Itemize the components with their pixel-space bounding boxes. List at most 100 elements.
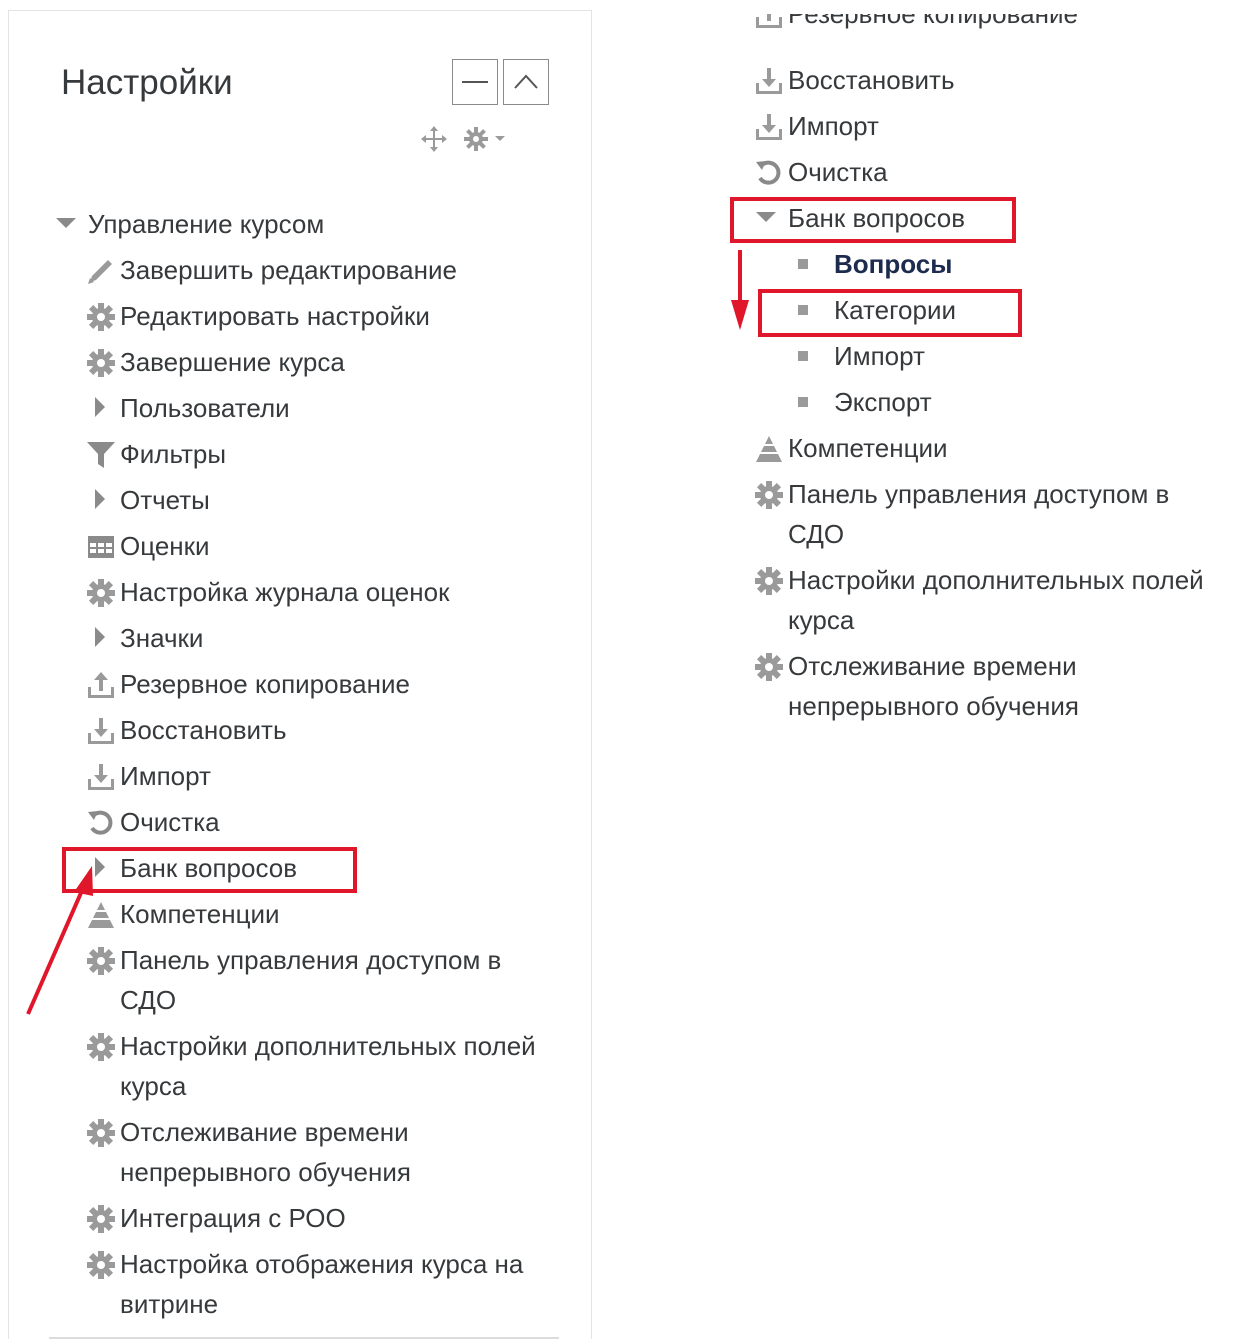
tree-item-label: Интеграция с РОО — [120, 1203, 346, 1233]
tree-item-label: Компетенции — [788, 433, 948, 463]
arrow-down-to-categories — [731, 250, 749, 330]
tree-item-label: Компетенции — [120, 899, 280, 929]
minus-icon — [462, 81, 488, 83]
tree-subitem-import[interactable]: Импорт — [798, 336, 925, 376]
download-icon — [752, 106, 788, 146]
tree-item-backup[interactable]: Резервное копирование — [84, 664, 410, 704]
move-icon[interactable] — [421, 126, 447, 157]
tree-subitem-label: Экспорт — [834, 387, 932, 417]
highlight-box-categories — [758, 289, 1022, 337]
refresh-icon — [752, 152, 788, 192]
gear-icon — [752, 474, 788, 514]
tree-item-access-panel[interactable]: Панель управления доступом в СДО — [84, 940, 550, 1020]
download-icon — [84, 756, 120, 796]
pencil-icon — [84, 250, 120, 290]
tree-subitem-label: Импорт — [834, 341, 925, 371]
gear-icon — [84, 940, 120, 980]
gear-icon — [752, 560, 788, 600]
tree-item-learning-time[interactable]: Отслеживание времени непрерывного обучен… — [84, 1112, 550, 1192]
tree-item-roo-integration[interactable]: Интеграция с РОО — [84, 1198, 346, 1238]
tree-item-gradebook-setup[interactable]: Настройка журнала оценок — [84, 572, 449, 612]
gear-icon — [84, 342, 120, 382]
bullet-icon — [798, 336, 834, 376]
tree-item-label: Резервное копирование — [788, 14, 1078, 29]
tree-subitem-label: Вопросы — [834, 249, 953, 279]
bullet-icon — [798, 244, 834, 284]
competency-icon — [752, 428, 788, 468]
competency-icon — [84, 894, 120, 934]
filter-icon — [84, 434, 120, 474]
tree-item-import[interactable]: Импорт — [752, 106, 879, 146]
tree-item-label: Настройки дополнительных полей курса — [788, 565, 1204, 635]
tree-item-reset[interactable]: Очистка — [84, 802, 220, 842]
tree-item-label: Импорт — [788, 111, 879, 141]
tree-item-end-editing[interactable]: Завершить редактирование — [84, 250, 457, 290]
tree-subitem-export[interactable]: Экспорт — [798, 382, 932, 422]
gear-icon — [84, 1112, 120, 1152]
tree-item-extra-fields[interactable]: Настройки дополнительных полей курса — [752, 560, 1218, 640]
gear-icon — [84, 296, 120, 336]
tree-item-badges[interactable]: Значки — [84, 618, 203, 658]
download-icon — [752, 60, 788, 100]
refresh-icon — [84, 802, 120, 842]
tree-item-label: Очистка — [120, 807, 220, 837]
caret-right-icon — [84, 618, 120, 658]
tree-item-reports[interactable]: Отчеты — [84, 480, 210, 520]
highlight-box-question-bank-left — [62, 847, 357, 893]
caret-down-icon — [52, 204, 88, 244]
tree-root-course-admin[interactable]: Управление курсом — [52, 204, 324, 244]
chevron-up-icon — [514, 74, 538, 89]
gear-icon — [84, 1198, 120, 1238]
minimize-button[interactable] — [452, 59, 498, 105]
tree-item-label: Восстановить — [120, 715, 287, 745]
download-icon — [84, 710, 120, 750]
gear-icon — [84, 1244, 120, 1284]
tree-item-learning-time[interactable]: Отслеживание времени непрерывного обучен… — [752, 646, 1218, 726]
tree-item-label: Импорт — [120, 761, 211, 791]
caret-right-icon — [84, 388, 120, 428]
block-title: Настройки — [61, 63, 233, 102]
tree-item-label: Отчеты — [120, 485, 210, 515]
collapse-button[interactable] — [503, 59, 549, 105]
tree-root-label: Управление курсом — [88, 209, 325, 239]
tree-item-filters[interactable]: Фильтры — [84, 434, 226, 474]
tree-item-label: Панель управления доступом в СДО — [120, 945, 502, 1015]
tree-item-access-panel[interactable]: Панель управления доступом в СДО — [752, 474, 1228, 554]
tree-item-label: Завершить редактирование — [120, 255, 457, 285]
tree-item-edit-settings[interactable]: Редактировать настройки — [84, 296, 430, 336]
tree-item-competencies[interactable]: Компетенции — [84, 894, 280, 934]
tree-item-users[interactable]: Пользователи — [84, 388, 290, 428]
tree-item-label: Фильтры — [120, 439, 227, 469]
tree-item-label: Редактировать настройки — [120, 301, 430, 331]
tree-item-restore[interactable]: Восстановить — [752, 60, 955, 100]
tree-item-label: Оценки — [120, 531, 210, 561]
tree-item-label: Значки — [120, 623, 204, 653]
tree-item-label: Отслеживание времени непрерывного обучен… — [788, 651, 1079, 721]
caret-right-icon — [84, 480, 120, 520]
tree-item-backup-cut[interactable]: Резервное копирование — [752, 14, 1078, 48]
tree-item-reset[interactable]: Очистка — [752, 152, 888, 192]
bullet-icon — [798, 382, 834, 422]
tree-item-restore[interactable]: Восстановить — [84, 710, 287, 750]
tree-item-showcase-display[interactable]: Настройка отображения курса на витрине — [84, 1244, 550, 1324]
tree-item-label: Восстановить — [788, 65, 955, 95]
gear-icon — [752, 646, 788, 686]
gear-icon — [84, 572, 120, 612]
table-icon — [84, 526, 120, 566]
tree-item-label: Завершение курса — [120, 347, 345, 377]
tree-item-label: Настройка отображения курса на витрине — [120, 1249, 524, 1319]
tree-item-label: Настройка журнала оценок — [120, 577, 450, 607]
tree-item-label: Пользователи — [120, 393, 290, 423]
tree-item-label: Очистка — [788, 157, 888, 187]
tree-item-label: Панель управления доступом в СДО — [788, 479, 1170, 549]
gear-dropdown-icon[interactable] — [463, 126, 519, 157]
tree-item-extra-fields[interactable]: Настройки дополнительных полей курса — [84, 1026, 550, 1106]
tree-item-label: Резервное копирование — [120, 669, 410, 699]
tree-item-competencies[interactable]: Компетенции — [752, 428, 948, 468]
upload-icon — [84, 664, 120, 704]
tree-item-import[interactable]: Импорт — [84, 756, 211, 796]
tree-item-course-completion[interactable]: Завершение курса — [84, 342, 345, 382]
tree-item-grades[interactable]: Оценки — [84, 526, 210, 566]
highlight-box-question-bank-right — [730, 197, 1016, 243]
tree-subitem-questions[interactable]: Вопросы — [798, 244, 952, 284]
